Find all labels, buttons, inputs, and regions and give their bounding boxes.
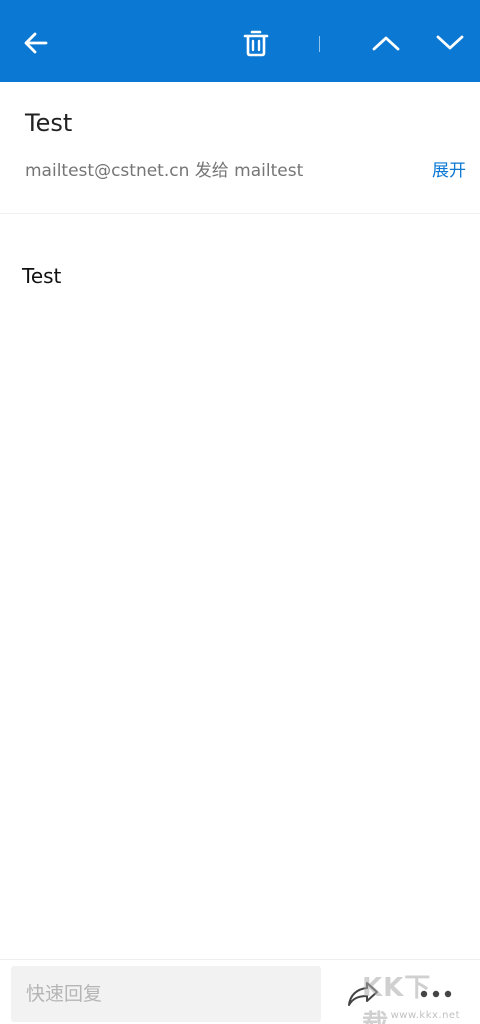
expand-details-link[interactable]: 展开 (432, 159, 466, 183)
message-body: Test (22, 264, 62, 288)
chevron-up-icon (372, 36, 400, 51)
more-options-button[interactable] (412, 972, 460, 1016)
trash-icon (243, 30, 269, 57)
back-button[interactable] (14, 21, 58, 65)
arrow-left-icon (24, 32, 48, 54)
next-message-button[interactable] (428, 21, 472, 65)
bottom-action-bar: KK下载 www.kkx.net (0, 959, 480, 1024)
toolbar-divider (319, 36, 320, 52)
more-dots-icon (420, 990, 452, 998)
sender-recipient-line: mailtest@cstnet.cn 发给 mailtest (25, 161, 304, 181)
top-toolbar (0, 0, 480, 82)
previous-message-button[interactable] (364, 21, 408, 65)
delete-button[interactable] (234, 21, 278, 65)
mail-reader-screen: Test mailtest@cstnet.cn 发给 mailtest 展开 T… (0, 0, 480, 1024)
forward-button[interactable] (341, 972, 385, 1016)
quick-reply-input[interactable] (11, 966, 321, 1022)
message-header: Test mailtest@cstnet.cn 发给 mailtest 展开 (0, 82, 480, 214)
forward-icon (348, 982, 378, 1006)
message-subject: Test (25, 109, 73, 137)
chevron-down-icon (436, 35, 464, 50)
